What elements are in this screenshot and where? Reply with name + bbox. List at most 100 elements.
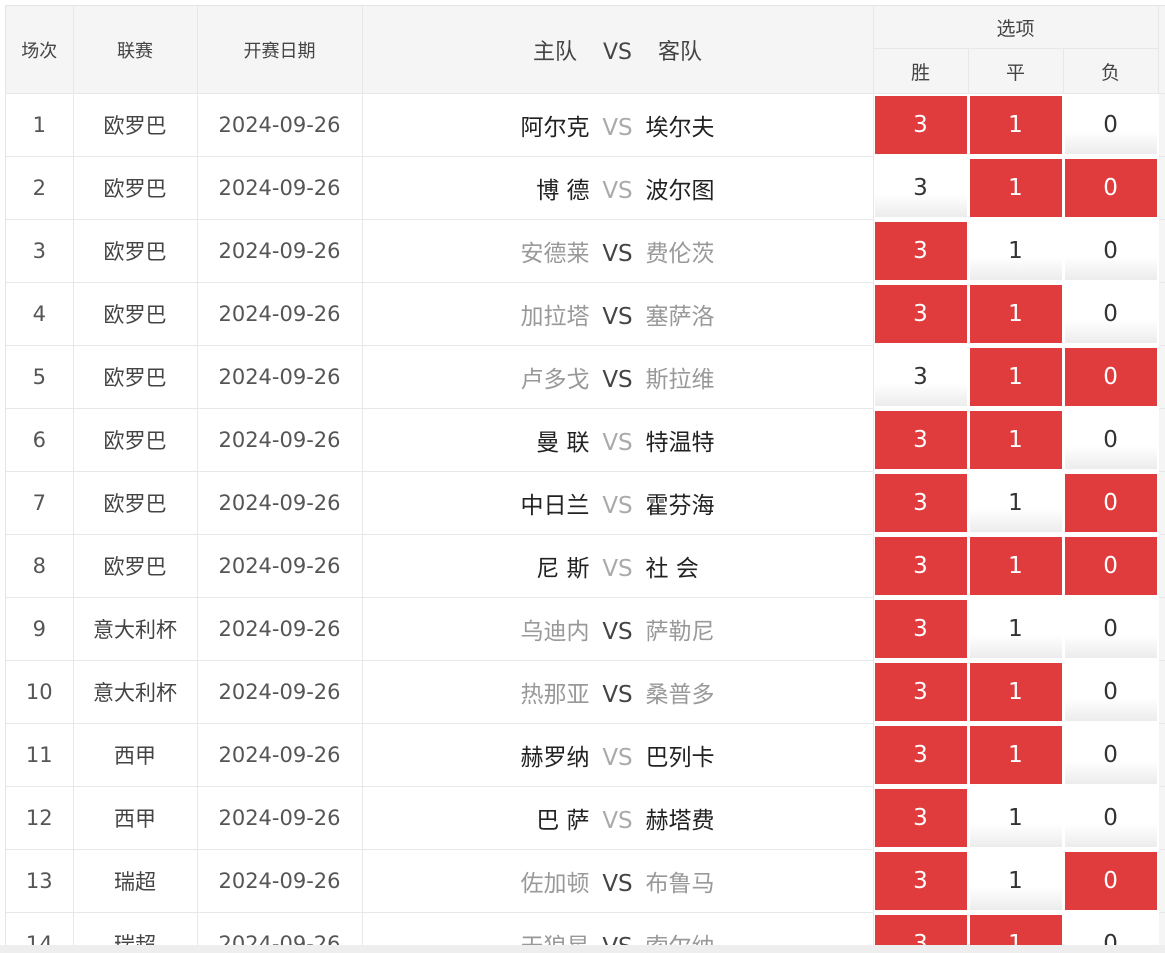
option-lose-button[interactable]: 0: [1064, 600, 1157, 658]
option-win-button[interactable]: 3: [874, 852, 967, 910]
option-lose-button[interactable]: 0: [1064, 222, 1157, 280]
match-date: 2024-09-26: [197, 534, 363, 598]
option-draw-button[interactable]: 1: [969, 159, 1062, 217]
match-date: 2024-09-26: [197, 219, 363, 283]
option-draw-button[interactable]: 1: [969, 915, 1062, 946]
option-draw-button[interactable]: 1: [969, 789, 1062, 847]
option-win-button[interactable]: 3: [874, 348, 967, 406]
row-spacer: [1158, 93, 1165, 157]
option-draw-button[interactable]: 1: [969, 726, 1062, 784]
option-draw-button[interactable]: 1: [969, 411, 1062, 469]
option-win-cell: 3: [873, 156, 969, 220]
league-name: 意大利杯: [73, 597, 198, 661]
option-win-button[interactable]: 3: [874, 663, 967, 721]
row-spacer: [1158, 534, 1165, 598]
option-lose-cell: 0: [1063, 282, 1159, 346]
option-draw-cell: 1: [968, 93, 1064, 157]
match-index: 12: [6, 786, 74, 850]
home-team: 热那亚: [520, 682, 590, 708]
row-spacer: [1158, 219, 1165, 283]
option-win-button[interactable]: 3: [874, 726, 967, 784]
option-draw-cell: 1: [968, 282, 1064, 346]
option-win-button[interactable]: 3: [874, 222, 967, 280]
option-draw-button[interactable]: 1: [969, 474, 1062, 532]
row-spacer: [1158, 723, 1165, 787]
option-win-button[interactable]: 3: [874, 474, 967, 532]
option-win-button[interactable]: 3: [874, 96, 967, 154]
option-win-button[interactable]: 3: [874, 285, 967, 343]
match-date: 2024-09-26: [197, 93, 363, 157]
option-lose-cell: 0: [1063, 219, 1159, 283]
option-draw-button[interactable]: 1: [969, 537, 1062, 595]
header-win: 胜: [873, 48, 969, 94]
vs-label: VS: [602, 430, 633, 456]
option-lose-button[interactable]: 0: [1064, 789, 1157, 847]
option-lose-button[interactable]: 0: [1064, 852, 1157, 910]
option-draw-button[interactable]: 1: [969, 852, 1062, 910]
match-date: 2024-09-26: [197, 597, 363, 661]
option-lose-cell: 0: [1063, 786, 1159, 850]
table-row: 10 意大利杯 2024-09-26 热那亚 VS 桑普多 3 1 0: [6, 660, 1165, 724]
option-win-button[interactable]: 3: [874, 411, 967, 469]
option-lose-button[interactable]: 0: [1064, 726, 1157, 784]
match-index: 3: [6, 219, 74, 283]
match-date: 2024-09-26: [197, 156, 363, 220]
home-team: 博 德: [536, 178, 590, 204]
option-win-cell: 3: [873, 219, 969, 283]
match-teams: 博 德 VS 波尔图: [362, 156, 874, 220]
option-lose-cell: 0: [1063, 156, 1159, 220]
vs-label: VS: [602, 871, 633, 897]
home-team: 巴 萨: [536, 808, 590, 834]
league-name: 欧罗巴: [73, 93, 198, 157]
vs-label: VS: [602, 304, 633, 330]
option-win-button[interactable]: 3: [874, 915, 967, 946]
row-spacer: [1158, 408, 1165, 472]
header-away: 客队: [658, 39, 703, 65]
match-teams: 阿尔克 VS 埃尔夫: [362, 93, 874, 157]
table-row: 6 欧罗巴 2024-09-26 曼 联 VS 特温特 3 1 0: [6, 408, 1165, 472]
home-team: 阿尔克: [520, 115, 590, 141]
table-row: 5 欧罗巴 2024-09-26 卢多戈 VS 斯拉维 3 1 0: [6, 345, 1165, 409]
table-row: 14瑞超2024-09-26天狼星VS索尔纳310: [6, 912, 1165, 946]
option-win-button[interactable]: 3: [874, 537, 967, 595]
option-win-button[interactable]: 3: [874, 789, 967, 847]
option-lose-button[interactable]: 0: [1064, 915, 1157, 946]
match-teams: 中日兰 VS 霍芬海: [362, 471, 874, 535]
match-index: 6: [6, 408, 74, 472]
horizontal-scrollbar-track[interactable]: [0, 945, 1165, 953]
option-win-button[interactable]: 3: [874, 600, 967, 658]
league-name: 西甲: [73, 786, 198, 850]
vs-label: VS: [602, 241, 633, 267]
league-name: 欧罗巴: [73, 282, 198, 346]
vs-label: VS: [602, 367, 633, 393]
option-lose-button[interactable]: 0: [1064, 159, 1157, 217]
match-index: 10: [6, 660, 74, 724]
option-lose-button[interactable]: 0: [1064, 411, 1157, 469]
away-team: 埃尔夫: [645, 115, 715, 141]
option-draw-cell: 1: [968, 912, 1064, 946]
option-draw-button[interactable]: 1: [969, 663, 1062, 721]
option-lose-button[interactable]: 0: [1064, 474, 1157, 532]
option-draw-button[interactable]: 1: [969, 600, 1062, 658]
match-teams: 天狼星VS索尔纳: [362, 912, 874, 946]
option-draw-cell: 1: [968, 597, 1064, 661]
away-team: 特温特: [645, 430, 715, 456]
home-team: 卢多戈: [520, 367, 590, 393]
option-lose-button[interactable]: 0: [1064, 537, 1157, 595]
match-index: 11: [6, 723, 74, 787]
match-table-container: 场次 联赛 开赛日期 主队 VS 客队 选项 胜 平 负 1 欧罗巴 2024-09…: [5, 5, 1165, 946]
option-draw-button[interactable]: 1: [969, 222, 1062, 280]
option-draw-button[interactable]: 1: [969, 285, 1062, 343]
option-lose-button[interactable]: 0: [1064, 663, 1157, 721]
option-lose-button[interactable]: 0: [1064, 96, 1157, 154]
table-row: 3 欧罗巴 2024-09-26 安德莱 VS 费伦茨 3 1 0: [6, 219, 1165, 283]
match-index: 8: [6, 534, 74, 598]
option-win-button[interactable]: 3: [874, 159, 967, 217]
header-league: 联赛: [73, 6, 198, 94]
option-draw-button[interactable]: 1: [969, 96, 1062, 154]
option-draw-button[interactable]: 1: [969, 348, 1062, 406]
league-name: 瑞超: [73, 912, 198, 946]
option-lose-button[interactable]: 0: [1064, 285, 1157, 343]
home-team: 乌迪内: [520, 619, 590, 645]
option-lose-button[interactable]: 0: [1064, 348, 1157, 406]
